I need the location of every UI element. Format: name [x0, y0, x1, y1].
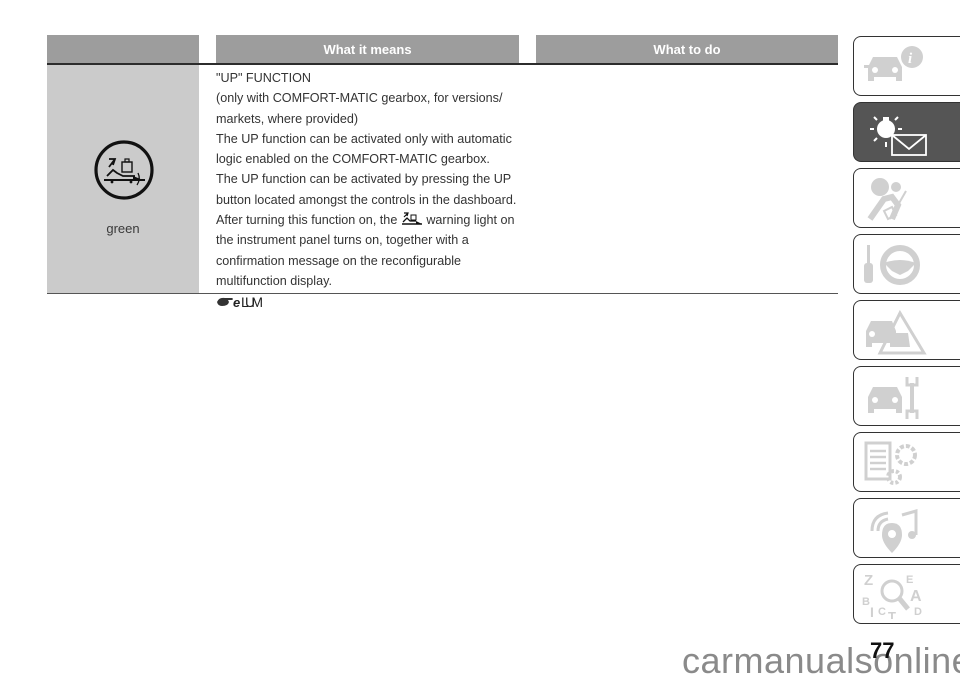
car-warning-triangle-icon	[866, 309, 927, 355]
meaning-line: button located amongst the controls in t…	[216, 192, 517, 207]
svg-text:D: D	[914, 606, 922, 618]
list-gears-icon	[864, 441, 917, 485]
svg-text:I: I	[870, 604, 874, 619]
meaning-line: (only with COMFORT-MATIC gearbox, for ve…	[216, 91, 503, 106]
car-info-icon: i	[864, 46, 923, 81]
meaning-line: the instrument panel turns on, together …	[216, 233, 469, 248]
key-steering-wheel-icon	[864, 245, 920, 285]
meaning-line: The UP function can be activated only wi…	[216, 131, 512, 146]
meaning-line: confirmation message on the reconfigurab…	[216, 253, 462, 268]
sidebar-tab-instrument-panel[interactable]	[853, 102, 960, 162]
watermark: carmanualsonline.info	[682, 640, 960, 681]
alphabet-search-icon: Z B I C T E A D	[862, 572, 922, 619]
car-wrench-icon	[868, 377, 919, 419]
meaning-line: "UP" FUNCTION	[216, 71, 311, 85]
warning-light-color: green	[106, 221, 140, 236]
row-divider	[47, 293, 838, 294]
sidebar-tab-in-an-emergency[interactable]	[853, 300, 960, 360]
svg-text:Z: Z	[864, 572, 873, 589]
svg-text:e: e	[233, 295, 240, 309]
meaning-line: logic enabled on the COMFORT-MATIC gearb…	[216, 152, 490, 167]
svg-text:E: E	[906, 574, 913, 586]
meaning-line-with-icon: After turning this function on, the warn…	[216, 210, 536, 230]
page-number: 77	[870, 638, 895, 663]
sidebar-tab-starting-and-driving[interactable]	[853, 234, 960, 294]
airbag-seatbelt-icon	[867, 178, 907, 221]
music-location-icon	[870, 509, 918, 553]
meaning-line: The UP function can be activated by pres…	[216, 172, 512, 187]
light-bulb-message-icon	[870, 116, 927, 156]
sidebar-tab-technical-specifications[interactable]	[853, 432, 960, 492]
svg-text:T: T	[888, 609, 896, 619]
header-what-it-means: What it means	[216, 35, 519, 63]
svg-text:LUM: LUM	[241, 294, 263, 309]
hand-reference-mark-icon: e LUM	[217, 294, 263, 309]
header-icon-column	[47, 35, 199, 63]
sidebar-tab-index[interactable]: Z B I C T E A D	[853, 564, 960, 624]
sidebar-tab-servicing-and-care[interactable]	[853, 366, 960, 426]
svg-text:B: B	[862, 596, 870, 608]
meaning-inline-before: After turning this function on, the	[216, 213, 398, 228]
sidebar-tab-safety[interactable]	[853, 168, 960, 228]
meaning-inline-after: warning light on	[426, 213, 515, 228]
sidebar-tab-knowing-your-car[interactable]: i	[853, 36, 960, 96]
up-function-warning-light-icon	[94, 140, 154, 200]
up-function-inline-icon	[401, 212, 422, 225]
header-what-to-do: What to do	[536, 35, 838, 63]
svg-text:C: C	[878, 606, 886, 618]
svg-text:A: A	[910, 588, 922, 605]
meaning-line: multifunction display.	[216, 273, 332, 288]
what-it-means-text: "UP" FUNCTION (only with COMFORT-MATIC g…	[216, 68, 536, 309]
meaning-line: markets, where provided)	[216, 111, 359, 126]
sidebar-tab-multimedia[interactable]	[853, 498, 960, 558]
